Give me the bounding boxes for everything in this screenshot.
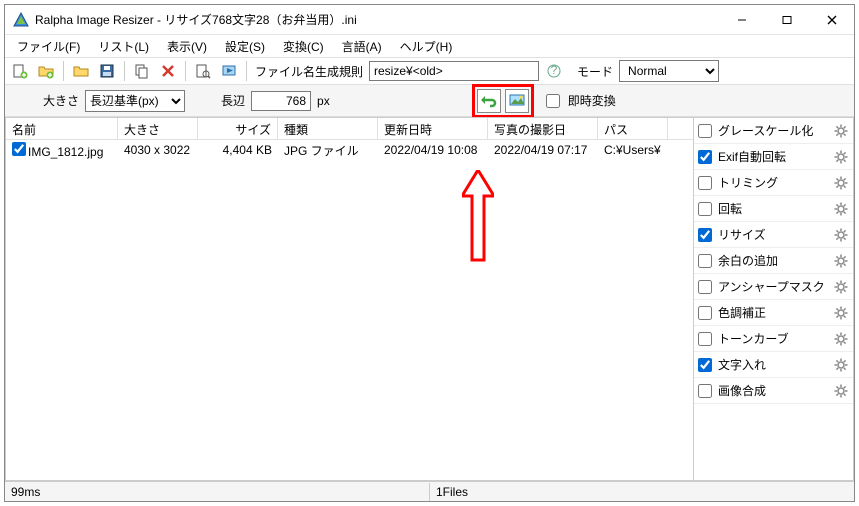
operation-6: アンシャープマスク [694, 274, 853, 300]
run-icon[interactable] [218, 60, 240, 82]
operation-2: トリミング [694, 170, 853, 196]
col-modified[interactable]: 更新日時 [378, 118, 488, 139]
save-icon[interactable] [96, 60, 118, 82]
menu-help[interactable]: ヘルプ(H) [392, 36, 461, 57]
gear-icon[interactable] [833, 331, 849, 347]
operation-0: グレースケール化 [694, 118, 853, 144]
operation-checkbox[interactable] [698, 124, 712, 138]
convert-preview-button[interactable] [505, 89, 529, 113]
list-item[interactable]: IMG_1812.jpg 4030 x 3022 4,404 KB JPG ファ… [6, 140, 693, 160]
mode-label: モード [577, 63, 613, 80]
gear-icon[interactable] [833, 149, 849, 165]
status-time: 99ms [5, 483, 430, 501]
operation-checkbox[interactable] [698, 384, 712, 398]
operation-checkbox[interactable] [698, 150, 712, 164]
annotation-arrow [462, 170, 494, 270]
operation-label: リサイズ [718, 226, 829, 243]
operation-checkbox[interactable] [698, 332, 712, 346]
mode-select[interactable]: Normal [619, 60, 719, 82]
operation-checkbox[interactable] [698, 176, 712, 190]
add-folder-icon[interactable] [35, 60, 57, 82]
app-icon [13, 12, 29, 28]
gear-icon[interactable] [833, 305, 849, 321]
menubar: ファイル(F) リスト(L) 表示(V) 設定(S) 変換(C) 言語(A) ヘ… [5, 35, 854, 57]
size-basis-select[interactable]: 長辺基準(px) [85, 90, 185, 112]
operation-label: アンシャープマスク [718, 278, 829, 295]
gear-icon[interactable] [833, 227, 849, 243]
delete-icon[interactable] [157, 60, 179, 82]
operation-label: 回転 [718, 200, 829, 217]
close-button[interactable] [809, 5, 854, 34]
gear-icon[interactable] [833, 279, 849, 295]
col-path[interactable]: パス [598, 118, 668, 139]
operation-checkbox[interactable] [698, 280, 712, 294]
operation-checkbox[interactable] [698, 306, 712, 320]
open-icon[interactable] [70, 60, 92, 82]
operation-8: トーンカーブ [694, 326, 853, 352]
operation-1: Exif自動回転 [694, 144, 853, 170]
preview-icon[interactable] [192, 60, 214, 82]
operation-label: 色調補正 [718, 304, 829, 321]
gear-icon[interactable] [833, 201, 849, 217]
filename-rule-label: ファイル名生成規則 [255, 63, 363, 80]
gear-icon[interactable] [833, 175, 849, 191]
gear-icon[interactable] [833, 253, 849, 269]
size-input[interactable] [251, 91, 311, 111]
convert-button[interactable] [477, 89, 501, 113]
instant-convert-checkbox[interactable] [546, 94, 560, 108]
menu-convert[interactable]: 変換(C) [275, 36, 332, 57]
menu-settings[interactable]: 設定(S) [217, 36, 273, 57]
size-label: 大きさ [43, 92, 79, 109]
col-type[interactable]: 種類 [278, 118, 378, 139]
copy-icon[interactable] [131, 60, 153, 82]
operation-label: トーンカーブ [718, 330, 829, 347]
col-name[interactable]: 名前 [6, 118, 118, 139]
operation-label: 余白の追加 [718, 252, 829, 269]
filename-rule-input[interactable] [369, 61, 539, 81]
operation-label: Exif自動回転 [718, 148, 829, 165]
menu-list[interactable]: リスト(L) [90, 36, 157, 57]
side-label: 長辺 [221, 92, 245, 109]
operation-checkbox[interactable] [698, 202, 712, 216]
instant-convert-label: 即時変換 [568, 92, 616, 109]
status-files: 1Files [430, 483, 474, 501]
menu-view[interactable]: 表示(V) [159, 36, 215, 57]
gear-icon[interactable] [833, 357, 849, 373]
operation-checkbox[interactable] [698, 254, 712, 268]
operation-7: 色調補正 [694, 300, 853, 326]
window-title: Ralpha Image Resizer - リサイズ768文字28（お弁当用）… [35, 11, 357, 28]
operation-5: 余白の追加 [694, 248, 853, 274]
operation-4: リサイズ [694, 222, 853, 248]
col-dimensions[interactable]: 大きさ [118, 118, 198, 139]
menu-language[interactable]: 言語(A) [334, 36, 390, 57]
operation-sidebar: グレースケール化 Exif自動回転トリミング回転リサイズ余白の追加アンシャープマス… [694, 117, 854, 481]
operation-label: 文字入れ [718, 356, 829, 373]
file-list: 名前 大きさ サイズ 種類 更新日時 写真の撮影日 パス IMG_1812.jp… [5, 117, 694, 481]
gear-icon[interactable] [833, 383, 849, 399]
operation-checkbox[interactable] [698, 358, 712, 372]
unit-label: px [317, 94, 330, 108]
operation-label: グレースケール化 [718, 122, 829, 139]
menu-file[interactable]: ファイル(F) [9, 36, 88, 57]
operation-3: 回転 [694, 196, 853, 222]
col-shot-date[interactable]: 写真の撮影日 [488, 118, 598, 139]
maximize-button[interactable] [764, 5, 809, 34]
operation-9: 文字入れ [694, 352, 853, 378]
operation-10: 画像合成 [694, 378, 853, 404]
operation-label: 画像合成 [718, 382, 829, 399]
gear-icon[interactable] [833, 123, 849, 139]
add-file-icon[interactable] [9, 60, 31, 82]
minimize-button[interactable] [719, 5, 764, 34]
operation-label: トリミング [718, 174, 829, 191]
filename-help-icon[interactable]: ? [543, 60, 565, 82]
svg-text:?: ? [551, 64, 558, 77]
col-size[interactable]: サイズ [198, 118, 278, 139]
operation-checkbox[interactable] [698, 228, 712, 242]
row-checkbox[interactable] [12, 142, 26, 156]
